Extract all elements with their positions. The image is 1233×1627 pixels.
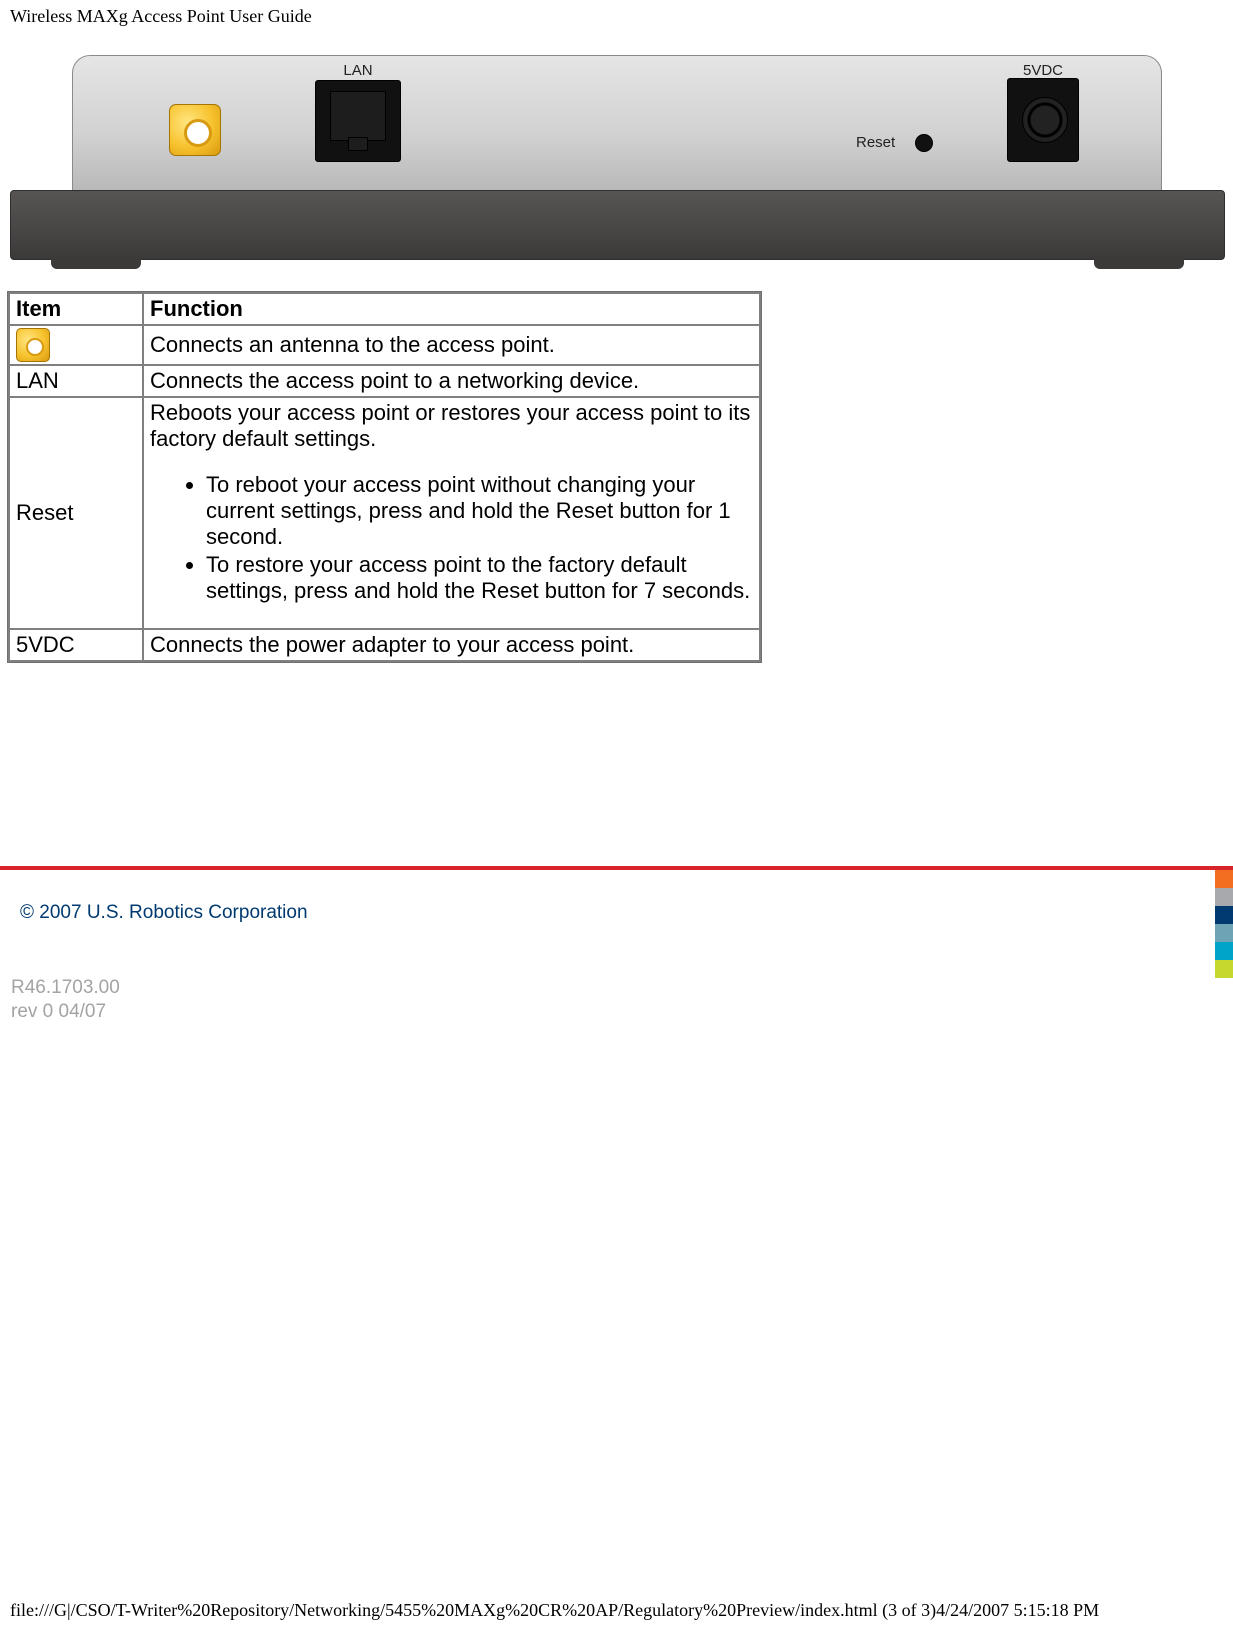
device-5vdc-label: 5VDC bbox=[1003, 62, 1083, 79]
color-square-orange bbox=[1215, 870, 1233, 888]
power-jack-icon bbox=[1007, 78, 1079, 162]
color-square-lime bbox=[1215, 960, 1233, 978]
cell-5vdc-item: 5VDC bbox=[10, 630, 142, 660]
page-header-title: Wireless MAXg Access Point User Guide bbox=[10, 6, 312, 27]
red-divider bbox=[0, 866, 1233, 870]
color-square-grey bbox=[1215, 888, 1233, 906]
cell-antenna-item bbox=[10, 326, 142, 364]
brand-color-squares bbox=[1215, 870, 1233, 978]
device-body: LAN Reset 5VDC bbox=[72, 55, 1162, 199]
table-header-row: Item Function bbox=[10, 294, 759, 324]
cell-5vdc-function: Connects the power adapter to your acces… bbox=[144, 630, 759, 660]
header-item: Item bbox=[10, 294, 142, 324]
table-row-lan: LAN Connects the access point to a netwo… bbox=[10, 366, 759, 396]
cell-antenna-function: Connects an antenna to the access point. bbox=[144, 326, 759, 364]
item-function-table: Item Function Connects an antenna to the… bbox=[7, 291, 762, 663]
device-rear-illustration: LAN Reset 5VDC bbox=[10, 55, 1225, 262]
color-square-cyan bbox=[1215, 942, 1233, 960]
footer-file-path: file:///G|/CSO/T-Writer%20Repository/Net… bbox=[10, 1600, 1099, 1621]
table-row-5vdc: 5VDC Connects the power adapter to your … bbox=[10, 630, 759, 660]
color-square-teal bbox=[1215, 924, 1233, 942]
table-row-reset: Reset Reboots your access point or resto… bbox=[10, 398, 759, 628]
antenna-connector-icon bbox=[169, 104, 221, 156]
rev-line-1: R46.1703.00 bbox=[11, 977, 120, 998]
table-row-antenna: Connects an antenna to the access point. bbox=[10, 326, 759, 364]
reset-bullet-list: To reboot your access point without chan… bbox=[150, 472, 753, 604]
device-base bbox=[10, 190, 1225, 260]
cell-lan-function: Connects the access point to a networkin… bbox=[144, 366, 759, 396]
antenna-icon bbox=[16, 328, 50, 362]
reset-intro-text: Reboots your access point or restores yo… bbox=[150, 400, 750, 451]
device-lan-label: LAN bbox=[318, 62, 398, 79]
reset-hole-icon bbox=[915, 134, 933, 152]
rev-line-2: rev 0 04/07 bbox=[11, 1001, 106, 1022]
header-function: Function bbox=[144, 294, 759, 324]
cell-reset-item: Reset bbox=[10, 398, 142, 628]
reset-bullet-2: To restore your access point to the fact… bbox=[206, 552, 753, 604]
copyright-text: © 2007 U.S. Robotics Corporation bbox=[20, 902, 308, 924]
lan-port-icon bbox=[315, 80, 401, 162]
cell-lan-item: LAN bbox=[10, 366, 142, 396]
cell-reset-function: Reboots your access point or restores yo… bbox=[144, 398, 759, 628]
revision-text: R46.1703.00 rev 0 04/07 bbox=[11, 976, 120, 1025]
color-square-navy bbox=[1215, 906, 1233, 924]
reset-bullet-1: To reboot your access point without chan… bbox=[206, 472, 753, 550]
device-reset-label: Reset bbox=[856, 134, 895, 151]
